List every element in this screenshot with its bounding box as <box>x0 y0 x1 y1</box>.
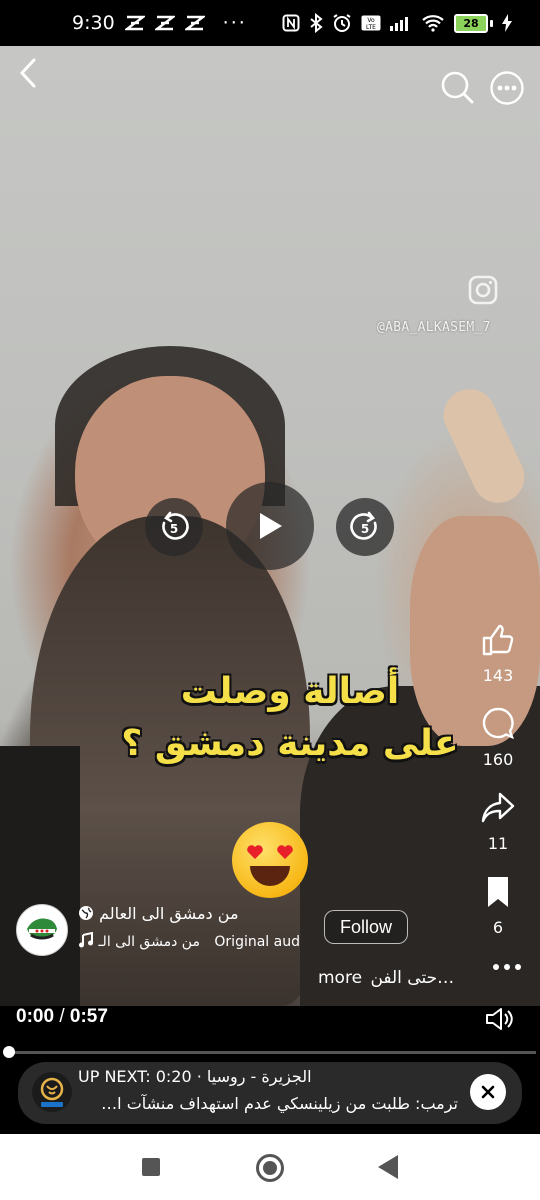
close-icon <box>481 1085 495 1099</box>
video-caption: أصالة وصلت على مدينة دمشق ؟ <box>90 666 490 770</box>
up-next-label: UP NEXT: <box>78 1067 151 1086</box>
volume-icon[interactable] <box>484 1006 514 1032</box>
comment-icon <box>482 707 514 740</box>
svg-text:5: 5 <box>361 522 369 536</box>
nfc-icon <box>282 14 300 32</box>
more-link[interactable]: more <box>318 968 362 988</box>
duration: 0:57 <box>69 1006 108 1027</box>
caption-line: أصالة وصلت <box>180 671 400 712</box>
up-next-time: 0:20 <box>155 1067 192 1086</box>
rewind-button[interactable]: 5 <box>145 498 203 556</box>
system-back-button[interactable] <box>378 1155 398 1179</box>
instagram-icon <box>468 275 498 305</box>
play-icon <box>260 513 282 539</box>
charging-icon <box>502 14 512 32</box>
up-next-header: UP NEXT: الجزيرة - روسيا · 0:20 <box>78 1067 312 1086</box>
comment-button[interactable]: 160 <box>470 706 526 769</box>
recents-button[interactable] <box>142 1158 160 1176</box>
audio-label: Original aud <box>214 934 300 950</box>
channel-name: من دمشق الى العالم <box>99 904 239 923</box>
forward-button[interactable]: 5 <box>336 498 394 556</box>
music-note-icon <box>79 932 93 948</box>
up-next-banner[interactable]: UP NEXT: الجزيرة - روسيا · 0:20 ترمب: طل… <box>18 1062 522 1124</box>
notification-icon <box>154 15 175 31</box>
more-notifications-icon: ··· <box>222 12 247 34</box>
rewind-5-icon: 5 <box>162 511 189 540</box>
channel-title[interactable]: من دمشق الى العالم <box>78 904 239 923</box>
more-options-icon[interactable] <box>489 70 525 106</box>
status-time: 9:30 <box>72 12 115 34</box>
instagram-handle: @ABA_ALKASEM_7 <box>377 320 491 335</box>
like-button[interactable]: 143 <box>470 622 526 685</box>
video-player[interactable]: @ABA_ALKASEM_7 5 5 أصالة وصلت على مدينة … <box>0 46 540 1006</box>
back-arrow-icon[interactable] <box>14 56 44 90</box>
system-nav-bar <box>0 1134 540 1200</box>
audio-artist: من دمشق الى الـ <box>98 934 200 950</box>
volte-icon: VoLTE <box>361 15 381 31</box>
syria-map-logo-icon <box>27 918 57 940</box>
follow-button[interactable]: Follow <box>324 910 408 944</box>
caption-line: على مدينة دمشق ؟ <box>121 723 459 764</box>
battery-level: 28 <box>454 13 488 33</box>
svg-text:5: 5 <box>170 522 178 536</box>
current-time: 0:00 <box>16 1006 55 1027</box>
notification-icon <box>184 15 205 31</box>
status-bar: 9:30 ··· Vo LTE 28 <box>0 0 540 46</box>
channel-avatar[interactable] <box>16 904 68 956</box>
progress-track[interactable] <box>3 1046 536 1058</box>
forward-5-icon: 5 <box>350 511 377 540</box>
channel-info: من دمشق الى العالم من دمشق الى الـ Origi… <box>16 904 506 964</box>
video-description[interactable]: more حتى الفن… <box>318 968 454 988</box>
time-separator: / <box>59 1006 65 1027</box>
progress-handle[interactable] <box>3 1046 15 1058</box>
time-display: 0:00 / 0:57 <box>16 1006 108 1028</box>
alarm-icon <box>333 14 351 32</box>
aljazeera-logo-icon <box>32 1072 72 1112</box>
description-text: حتى الفن… <box>370 968 455 988</box>
wifi-icon <box>422 15 444 32</box>
svg-text:Vo: Vo <box>367 17 375 24</box>
search-icon[interactable] <box>440 70 474 104</box>
close-up-next-button[interactable] <box>470 1074 506 1110</box>
home-button[interactable] <box>256 1154 284 1182</box>
like-count: 143 <box>482 666 514 685</box>
share-button[interactable]: 11 <box>470 790 526 853</box>
battery-icon: 28 <box>454 13 493 33</box>
play-button[interactable] <box>226 482 314 570</box>
share-count: 11 <box>487 834 509 853</box>
globe-icon <box>79 906 93 920</box>
playback-bar: 0:00 / 0:57 <box>0 1006 540 1060</box>
share-icon <box>481 792 515 823</box>
bluetooth-icon <box>310 13 323 33</box>
heart-eyes-emoji-icon <box>232 822 308 898</box>
comment-count: 160 <box>482 750 514 769</box>
up-next-source: الجزيرة - روسيا <box>206 1067 312 1086</box>
up-next-title: ترمب: طلبت من زيلينسكي عدم استهداف منشآت… <box>101 1094 458 1113</box>
notification-icon <box>124 15 145 31</box>
thumbs-up-icon <box>482 624 514 656</box>
audio-info[interactable]: من دمشق الى الـ Original aud <box>78 932 304 950</box>
signal-icon <box>390 17 408 31</box>
svg-text:LTE: LTE <box>366 24 376 31</box>
